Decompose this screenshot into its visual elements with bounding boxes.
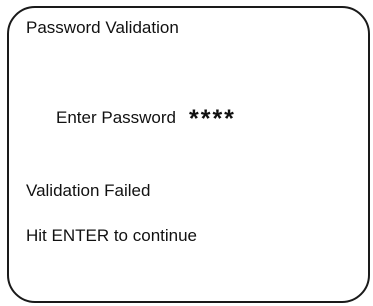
continue-instruction: Hit ENTER to continue bbox=[26, 226, 198, 245]
password-label: Enter Password bbox=[56, 108, 176, 127]
validation-status: Validation Failed bbox=[26, 181, 151, 200]
terminal-screen bbox=[7, 6, 370, 303]
password-field[interactable]: **** bbox=[189, 107, 236, 132]
screen-title: Password Validation bbox=[26, 18, 179, 37]
password-entry-row[interactable]: Enter Password **** bbox=[56, 103, 236, 132]
